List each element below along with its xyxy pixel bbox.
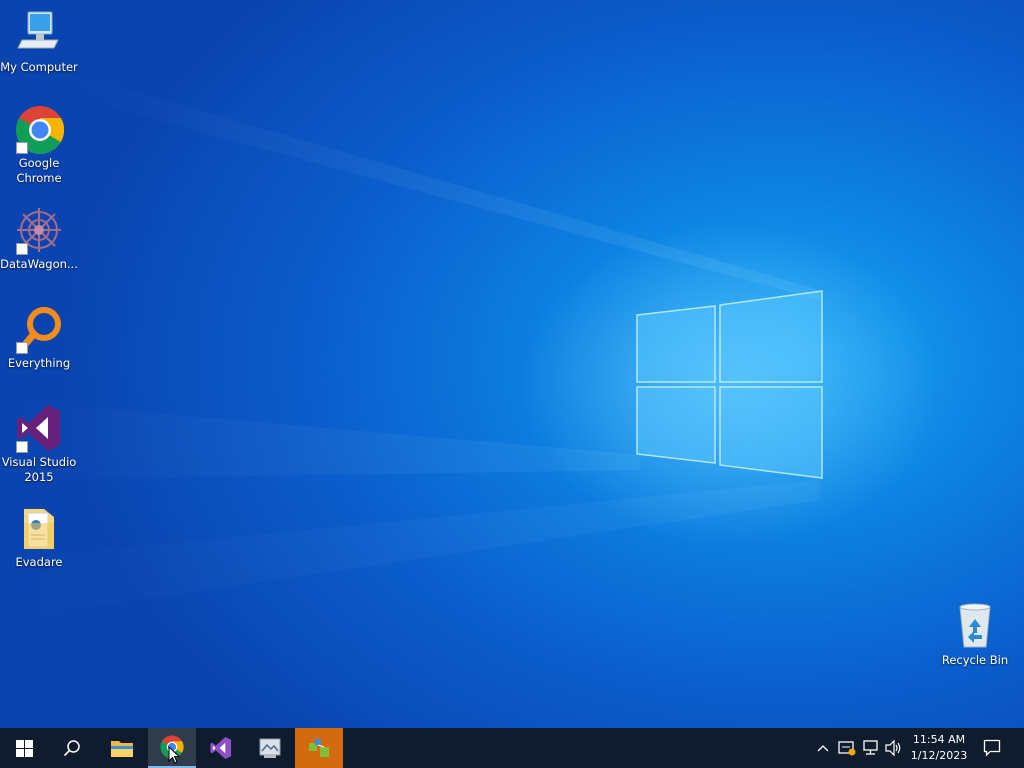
desktop-icon-label: Visual Studio 2015 [1, 455, 77, 484]
datawagon-icon [14, 205, 64, 255]
desktop[interactable]: My Computer Google Chrome DataWagon... E… [0, 0, 1024, 728]
desktop-icon-google-chrome[interactable]: Google Chrome [0, 104, 78, 186]
desktop-icon-everything[interactable]: Everything [0, 304, 78, 371]
clock-date: 1/12/2023 [910, 749, 968, 762]
visual-studio-icon [14, 403, 64, 453]
start-button[interactable] [0, 728, 48, 768]
windows-start-icon [15, 739, 33, 757]
chevron-up-icon [817, 745, 829, 752]
taskbar-clock[interactable]: 11:54 AM 1/12/2023 [908, 728, 970, 768]
desktop-icon-label: Evadare [15, 555, 63, 569]
taskbar-image-viewer[interactable] [246, 728, 294, 768]
tray-network[interactable] [860, 728, 882, 768]
taskbar-file-explorer[interactable] [98, 728, 146, 768]
taskbar-google-chrome[interactable] [148, 728, 196, 768]
desktop-icon-datawagon[interactable]: DataWagon... [0, 205, 78, 272]
tray-volume[interactable] [883, 728, 905, 768]
show-hidden-icons-button[interactable] [812, 728, 834, 768]
search-icon [63, 740, 80, 757]
desktop-icon-visual-studio-2015[interactable]: Visual Studio 2015 [0, 403, 78, 485]
shortcut-arrow-icon [16, 142, 28, 154]
chrome-icon [14, 104, 65, 155]
folder-icon [14, 503, 64, 553]
visual-studio-icon [210, 736, 232, 760]
shortcut-arrow-icon [16, 342, 28, 354]
taskbar-visual-studio[interactable] [197, 728, 245, 768]
taskbar-network-app[interactable] [295, 728, 343, 768]
search-button[interactable] [48, 728, 96, 768]
desktop-icon-label: DataWagon... [0, 257, 78, 271]
desktop-icon-label: Google Chrome [16, 156, 62, 185]
action-center-button[interactable] [976, 728, 1008, 768]
desktop-icon-evadare[interactable]: Evadare [0, 503, 78, 570]
windows-logo [636, 290, 823, 479]
volume-icon [885, 740, 901, 756]
tray-security[interactable] [836, 728, 858, 768]
notification-icon [983, 739, 1001, 757]
shortcut-arrow-icon [16, 243, 28, 255]
desktop-icon-label: Everything [7, 356, 71, 370]
network-icon [863, 740, 878, 755]
computer-icon [14, 8, 64, 58]
folder-icon [111, 741, 133, 757]
mouse-cursor-icon [168, 746, 180, 764]
security-icon [838, 741, 856, 756]
wallpaper-light-beams [0, 70, 940, 620]
network-app-icon [309, 739, 329, 757]
taskbar[interactable]: 11:54 AM 1/12/2023 [0, 728, 1024, 768]
desktop-icon-my-computer[interactable]: My Computer [0, 8, 78, 75]
desktop-icon-recycle-bin[interactable]: Recycle Bin [936, 601, 1014, 668]
desktop-icon-label: My Computer [0, 60, 78, 74]
image-viewer-icon [259, 738, 281, 758]
clock-time: 11:54 AM [912, 733, 966, 746]
desktop-icon-label: Recycle Bin [941, 653, 1009, 667]
recycle-bin-icon [950, 601, 1000, 651]
shortcut-arrow-icon [16, 441, 28, 453]
everything-search-icon [14, 304, 64, 354]
